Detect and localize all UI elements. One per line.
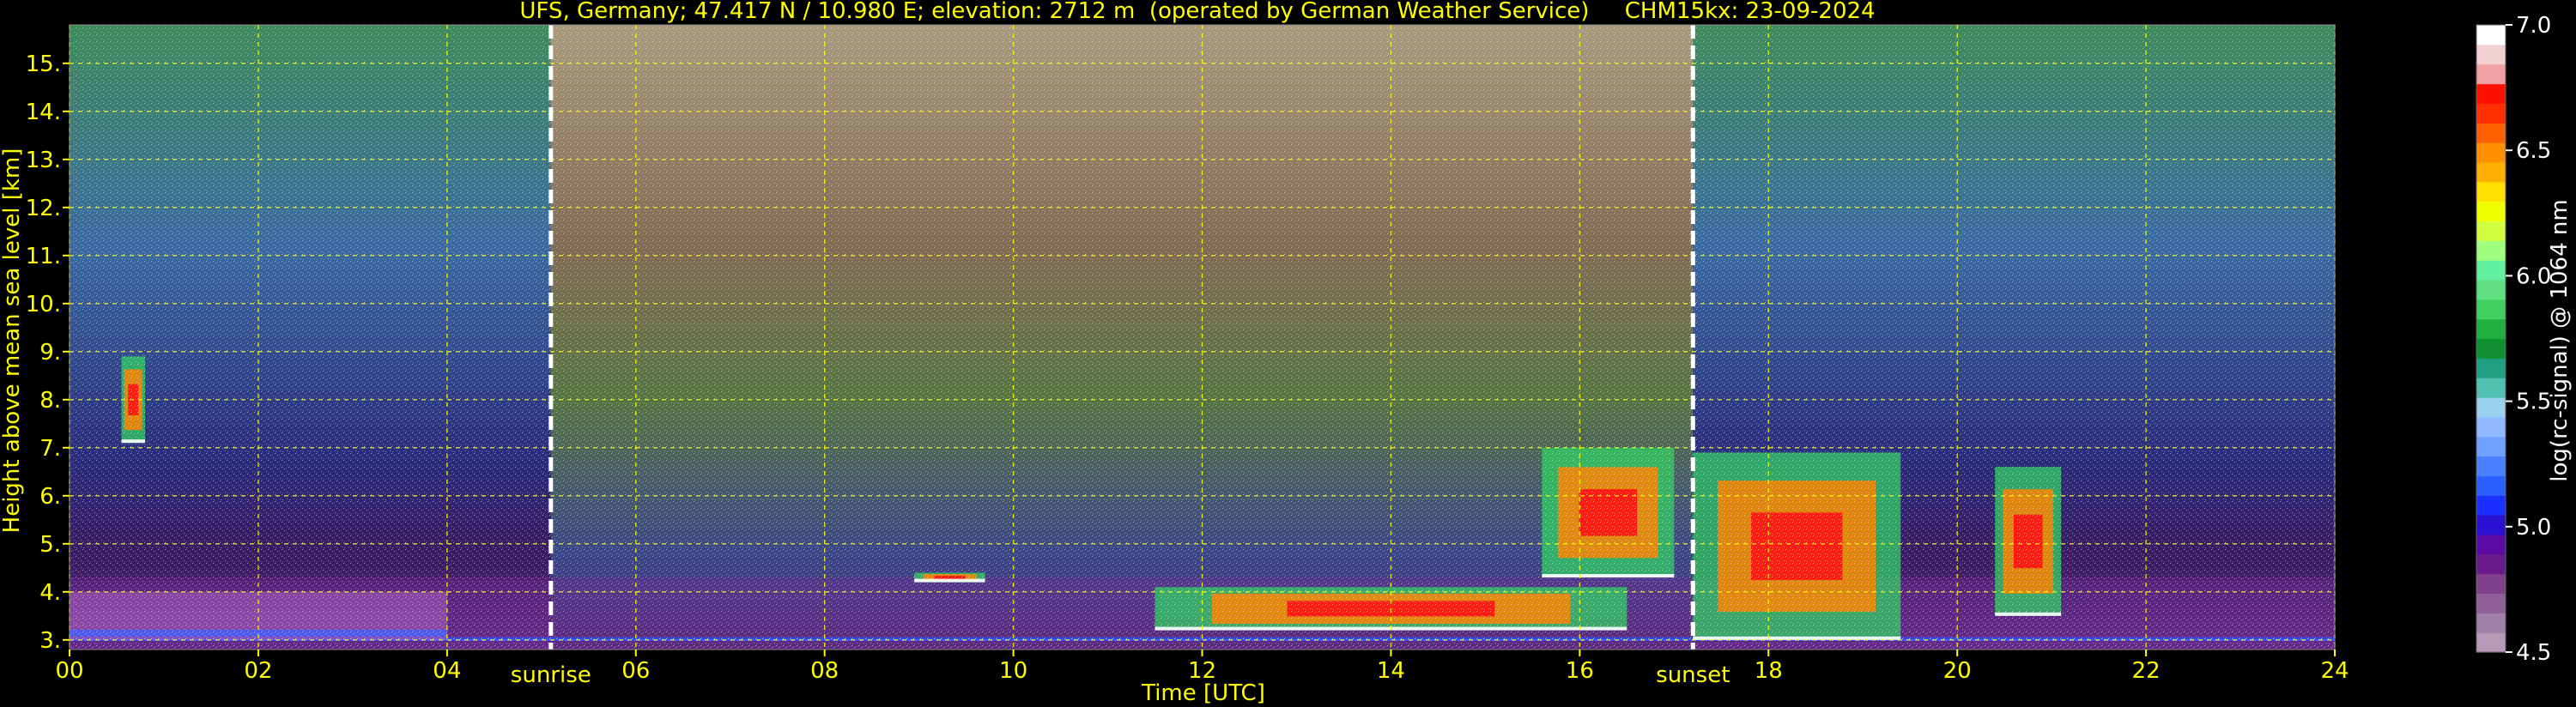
y-tick-label: 7. — [39, 436, 61, 462]
colorbar-tick-label: 4.5 — [2516, 640, 2551, 666]
colorbar-swatch — [2476, 515, 2506, 535]
colorbar-swatch — [2476, 63, 2506, 85]
colorbar-swatch — [2476, 181, 2506, 202]
marker-label-sunset: sunset — [1656, 662, 1730, 688]
colorbar: 4.55.05.56.06.57.0 — [2476, 13, 2551, 666]
colorbar-swatch — [2476, 553, 2506, 575]
colorbar-swatch — [2476, 593, 2506, 613]
y-tick-label: 12. — [26, 196, 61, 221]
colorbar-swatch — [2476, 221, 2506, 241]
ceilometer-chart: sunrise sunset 00 02 04 06 08 10 12 14 16 18 20 22 24… — [0, 0, 2573, 706]
colorbar-swatch — [2476, 378, 2506, 398]
x-tick-label: 04 — [433, 658, 461, 684]
colorbar-swatch — [2476, 613, 2506, 633]
x-tick-label: 10 — [999, 658, 1027, 684]
colorbar-swatch — [2476, 201, 2506, 222]
colorbar-swatch — [2476, 25, 2506, 45]
colorbar-swatch — [2476, 456, 2506, 477]
y-axis-label: Height above mean sea level [km] — [0, 148, 25, 534]
y-tick-label: 6. — [39, 484, 61, 510]
colorbar-swatch — [2476, 299, 2506, 320]
colorbar-swatch — [2476, 142, 2506, 163]
colorbar-swatch — [2476, 573, 2506, 595]
colorbar-swatch — [2476, 83, 2506, 104]
colorbar-swatch — [2476, 495, 2506, 516]
y-tick-label: 5. — [39, 532, 61, 558]
colorbar-swatch — [2476, 338, 2506, 359]
colorbar-swatch — [2476, 240, 2506, 261]
marker-label-sunrise: sunrise — [511, 662, 591, 688]
y-tick-label: 11. — [26, 244, 61, 269]
plot-area: sunrise sunset — [69, 24, 2336, 688]
x-tick-label: 00 — [55, 658, 83, 684]
colorbar-swatch — [2476, 534, 2506, 555]
colorbar-swatch — [2476, 260, 2506, 281]
colorbar-label: log(rc-signal) @ 1064 nm — [2547, 199, 2573, 481]
colorbar-swatch — [2476, 436, 2506, 457]
colorbar-swatch — [2476, 318, 2506, 340]
x-axis-label: Time [UTC] — [1141, 680, 1265, 706]
y-tick-label: 15. — [26, 51, 61, 77]
x-tick-label: 22 — [2132, 658, 2161, 684]
x-tick-label: 14 — [1377, 658, 1405, 684]
chart-title: UFS, Germany; 47.417 N / 10.980 E; eleva… — [519, 0, 1875, 24]
y-tick-label: 4. — [39, 580, 61, 606]
colorbar-tick-label: 7.0 — [2516, 13, 2551, 39]
x-tick-label: 02 — [244, 658, 272, 684]
y-tick-label: 8. — [39, 388, 61, 414]
colorbar-tick-label: 5.0 — [2516, 515, 2551, 541]
y-tick-label: 9. — [39, 340, 61, 366]
colorbar-swatch — [2476, 475, 2506, 496]
y-tick-label: 3. — [39, 628, 61, 654]
colorbar-swatch — [2476, 397, 2506, 418]
colorbar-swatch — [2476, 416, 2506, 438]
x-tick-label: 16 — [1566, 658, 1594, 684]
colorbar-swatch — [2476, 358, 2506, 378]
colorbar-swatch — [2476, 279, 2506, 300]
colorbar-swatch — [2476, 103, 2506, 124]
colorbar-swatch — [2476, 44, 2506, 65]
x-tick-label: 08 — [810, 658, 839, 684]
y-tick-label: 14. — [26, 100, 61, 125]
colorbar-tick-label: 6.5 — [2516, 138, 2551, 164]
x-tick-label: 18 — [1755, 658, 1783, 684]
y-tick-label: 10. — [26, 292, 61, 317]
colorbar-swatch — [2476, 632, 2506, 653]
colorbar-swatch — [2476, 123, 2506, 143]
colorbar-swatch — [2476, 161, 2506, 183]
x-tick-label: 24 — [2320, 658, 2349, 684]
x-tick-label: 20 — [1943, 658, 1972, 684]
y-tick-label: 13. — [26, 148, 61, 173]
x-tick-label: 06 — [621, 658, 650, 684]
